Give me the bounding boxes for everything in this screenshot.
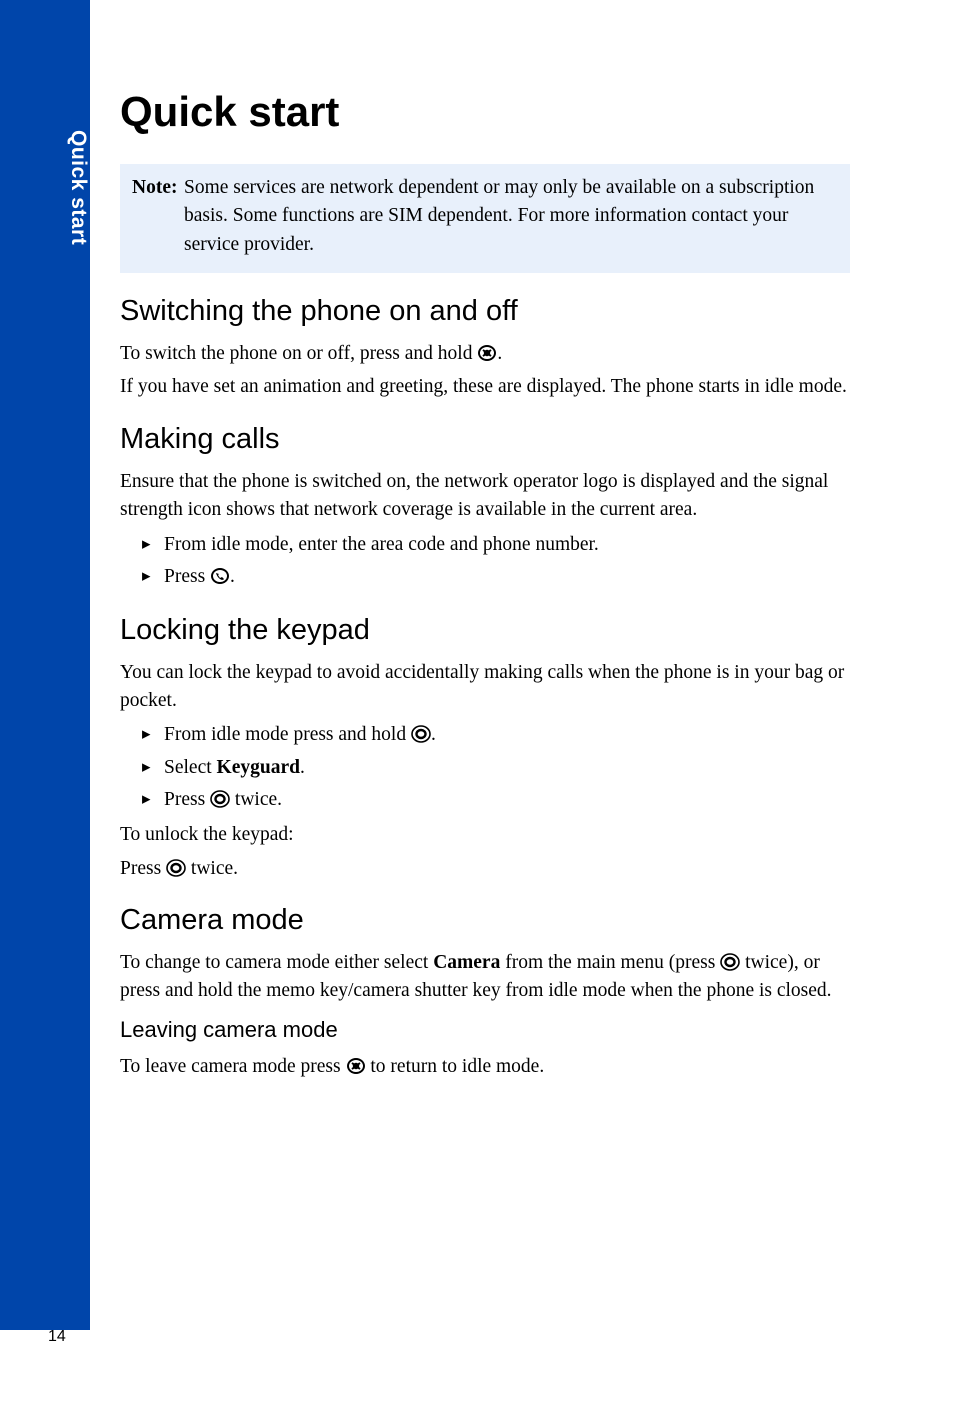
section-switching: Switching the phone on and off To switch… xyxy=(120,295,850,401)
page-number: 14 xyxy=(48,1328,66,1346)
list-item: Press twice. xyxy=(142,785,850,815)
heading-camera-mode: Camera mode xyxy=(120,904,850,937)
note-box: Note: Some services are network dependen… xyxy=(120,164,850,273)
text: From idle mode press and hold xyxy=(164,724,411,745)
locking-p1: You can lock the keypad to avoid acciden… xyxy=(120,659,850,714)
camera-p2: To leave camera mode press to return to … xyxy=(120,1053,850,1081)
making-calls-p1: Ensure that the phone is switched on, th… xyxy=(120,468,850,523)
section-making-calls: Making calls Ensure that the phone is sw… xyxy=(120,423,850,592)
section-locking-keypad: Locking the keypad You can lock the keyp… xyxy=(120,614,850,882)
text: twice. xyxy=(186,858,238,879)
text: Press xyxy=(164,789,210,810)
text: Press xyxy=(164,566,210,587)
center-key-icon xyxy=(210,790,230,808)
note-label: Note: xyxy=(132,177,177,198)
power-end-icon xyxy=(477,344,497,362)
text: from the main menu (press xyxy=(500,952,720,973)
text: To change to camera mode either select xyxy=(120,952,433,973)
side-tab-label: Quick start xyxy=(0,130,90,245)
text: To leave camera mode press xyxy=(120,1056,346,1077)
text: Select xyxy=(164,757,217,778)
heading-making-calls: Making calls xyxy=(120,423,850,456)
call-icon xyxy=(210,567,230,585)
center-key-icon xyxy=(166,859,186,877)
text: twice. xyxy=(230,789,282,810)
center-key-icon xyxy=(411,725,431,743)
subheading-leaving-camera: Leaving camera mode xyxy=(120,1017,850,1043)
switching-p1: To switch the phone on or off, press and… xyxy=(120,340,850,368)
switching-p2: If you have set an animation and greetin… xyxy=(120,373,850,401)
heading-switching: Switching the phone on and off xyxy=(120,295,850,328)
text: . xyxy=(300,757,305,778)
section-camera-mode: Camera mode To change to camera mode eit… xyxy=(120,904,850,1080)
text: to return to idle mode. xyxy=(366,1056,545,1077)
locking-p2: To unlock the keypad: xyxy=(120,821,850,849)
list-item: Press . xyxy=(142,562,850,592)
list-item: From idle mode press and hold . xyxy=(142,720,850,750)
text: . xyxy=(431,724,436,745)
note-text: Some services are network dependent or m… xyxy=(184,177,814,255)
camera-p1: To change to camera mode either select C… xyxy=(120,949,850,1004)
text: . xyxy=(230,566,235,587)
list-item: Select Keyguard. xyxy=(142,753,850,783)
heading-locking-keypad: Locking the keypad xyxy=(120,614,850,647)
camera-label: Camera xyxy=(433,952,500,973)
center-key-icon xyxy=(720,953,740,971)
list-item: From idle mode, enter the area code and … xyxy=(142,530,850,560)
text: From idle mode, enter the area code and … xyxy=(164,534,599,555)
text: . xyxy=(497,343,502,364)
text: Press xyxy=(120,858,166,879)
power-end-icon xyxy=(346,1057,366,1075)
page-content: Quick start Note: Some services are netw… xyxy=(120,88,850,1102)
page-title: Quick start xyxy=(120,88,850,136)
side-tab: Quick start xyxy=(0,0,90,1330)
locking-p3: Press twice. xyxy=(120,855,850,883)
keyguard-label: Keyguard xyxy=(217,757,300,778)
text: To switch the phone on or off, press and… xyxy=(120,343,477,364)
